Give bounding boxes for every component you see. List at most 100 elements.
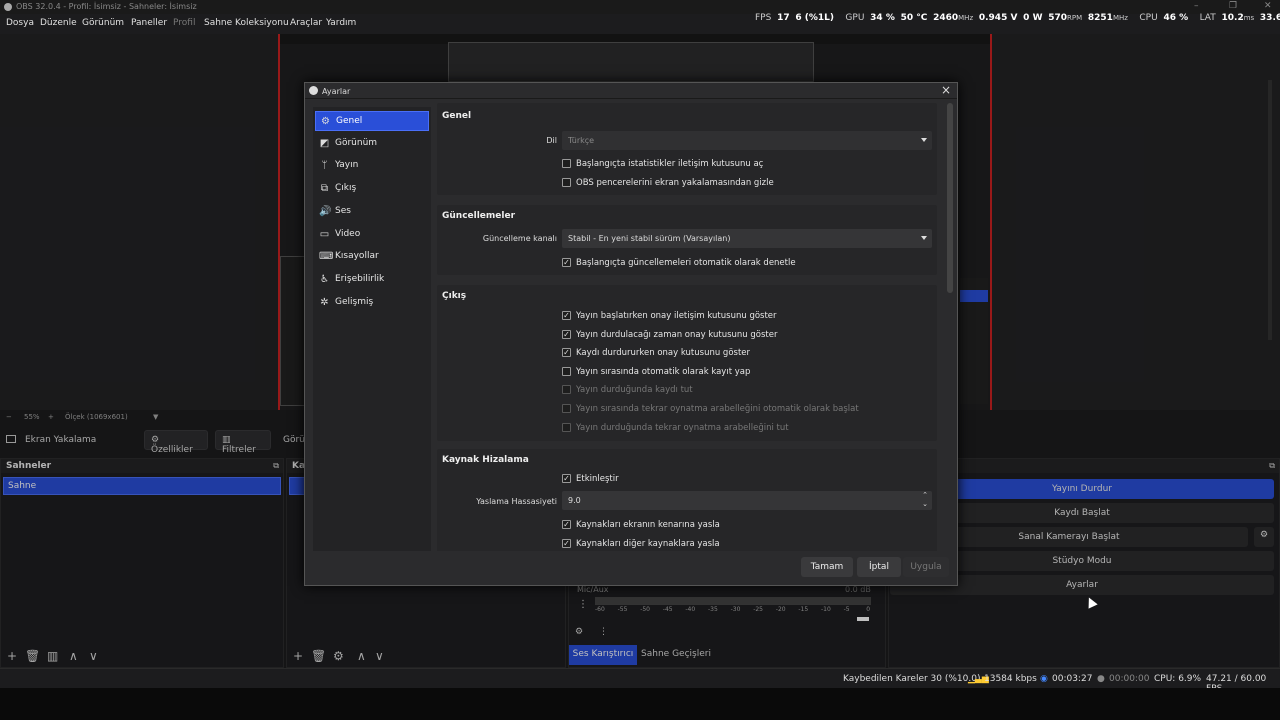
sidebar-item-3[interactable]: ⧉ Çıkış bbox=[315, 179, 429, 199]
sidebar-item-7[interactable]: ♿ Erişebilirlik bbox=[315, 270, 429, 290]
palette-icon: ◩ bbox=[319, 137, 330, 149]
chk-auto-update[interactable]: ✓ Başlangıçta güncellemeleri otomatik ola… bbox=[562, 258, 796, 268]
mem-clock-unit: MHz bbox=[1112, 14, 1128, 22]
obs-logo-icon bbox=[309, 86, 318, 95]
output-group: Çıkış ✓ Yayın başlatırken onay iletişim k… bbox=[437, 285, 937, 441]
checkbox-icon: ✓ bbox=[562, 539, 571, 548]
dropped-frames: Kaybedilen Kareler 30 (%10.0) bbox=[843, 674, 981, 684]
fps-value: 17 bbox=[777, 13, 790, 23]
spin-down-icon[interactable]: ⌄ bbox=[922, 500, 928, 508]
cpu-pct: 46 % bbox=[1163, 13, 1189, 23]
sidebar-item-label: Kısayollar bbox=[335, 251, 379, 262]
chk-snap-enable-label: Etkinleştir bbox=[576, 474, 619, 484]
snap-sensitivity-input[interactable]: 9.0 ⌃ ⌄ bbox=[562, 491, 932, 510]
content-scrollbar[interactable] bbox=[947, 103, 953, 293]
chk-snap-enable[interactable]: ✓ Etkinleştir bbox=[562, 474, 619, 484]
cpu-usage: CPU: 6.9% bbox=[1154, 674, 1202, 684]
close-window-icon[interactable]: ✕ bbox=[1264, 1, 1272, 11]
antenna-icon: ᛘ bbox=[321, 160, 328, 172]
chk-output-2[interactable]: ✓ Kaydı durdururken onay kutusunu göster bbox=[562, 348, 750, 358]
chk-output-0[interactable]: ✓ Yayın başlatırken onay iletişim kutusun… bbox=[562, 311, 777, 321]
sidebar-item-1[interactable]: ◩ Görünüm bbox=[315, 134, 429, 154]
chk-output-label: Yayın durduğunda tekrar oynatma arabelle… bbox=[576, 422, 789, 433]
obs-main-window: OBS 32.0.4 - Profil: İsimsiz - Sahneler:… bbox=[0, 0, 1280, 720]
chk-output-label: Yayın durduğunda kaydı tut bbox=[576, 385, 693, 396]
cancel-button[interactable]: İptal bbox=[857, 557, 901, 577]
checkbox-icon bbox=[562, 366, 571, 376]
gpu-watt: 0 W bbox=[1023, 13, 1043, 23]
spin-up-icon[interactable]: ⌃ bbox=[922, 491, 928, 499]
chk-snap-sources[interactable]: ✓ Kaynakları diğer kaynaklara yasla bbox=[562, 539, 720, 549]
chk-output-4[interactable]: Yayın durduğunda kaydı tut bbox=[562, 385, 693, 395]
checkbox-icon bbox=[562, 178, 571, 187]
restore-icon[interactable]: ❐ bbox=[1229, 1, 1237, 11]
updates-header: Güncellemeler bbox=[442, 211, 516, 221]
title-bar: OBS 32.0.4 - Profil: İsimsiz - Sahneler:… bbox=[0, 0, 1280, 14]
sidebar-item-label: Erişebilirlik bbox=[335, 273, 385, 284]
tools-icon: ✲ bbox=[320, 296, 329, 308]
chevron-down-icon bbox=[921, 236, 927, 240]
cpu-label: CPU bbox=[1139, 13, 1158, 23]
monitor-icon: ▭ bbox=[319, 228, 330, 240]
stream-icon: ◉ bbox=[1040, 674, 1048, 684]
dialog-titlebar: Ayarlar × bbox=[305, 83, 957, 99]
sidebar-item-label: Gelişmiş bbox=[335, 296, 374, 307]
gpu-label: GPU bbox=[845, 13, 865, 23]
checkbox-icon bbox=[562, 404, 571, 413]
sidebar-item-label: Görünüm bbox=[335, 137, 378, 148]
gpu-temp: 50 °C bbox=[900, 13, 928, 23]
sidebar-item-8[interactable]: ✲ Gelişmiş bbox=[315, 293, 429, 313]
sidebar-item-4[interactable]: 🔊 Ses bbox=[315, 202, 429, 222]
language-select[interactable]: Türkçe bbox=[562, 131, 932, 150]
sidebar-item-0[interactable]: ⚙ Genel bbox=[315, 111, 429, 131]
fan-rpm-unit: RPM bbox=[1067, 14, 1083, 22]
output-icon: ⧉ bbox=[320, 183, 329, 195]
general-group: Genel Dil Türkçe Başlangıçta istatistikl… bbox=[437, 103, 937, 195]
chk-output-label: Yayın sırasında tekrar oynatma arabelleğ… bbox=[576, 404, 859, 414]
lat-value-2: 33.6 bbox=[1259, 13, 1280, 23]
checkbox-icon: ✓ bbox=[562, 311, 571, 320]
menu-docks[interactable]: Paneller bbox=[131, 18, 167, 28]
record-time: 00:00:00 bbox=[1109, 674, 1150, 684]
taskbar-area bbox=[0, 688, 1280, 720]
language-label: Dil bbox=[546, 136, 557, 145]
sidebar-item-6[interactable]: ⌨ Kısayollar bbox=[315, 247, 429, 267]
minimize-icon[interactable]: – bbox=[1194, 1, 1199, 11]
sidebar-item-label: Ses bbox=[335, 205, 351, 216]
chk-output-label: Yayın başlatırken onay iletişim kutusunu… bbox=[576, 311, 777, 321]
menu-scene-collection[interactable]: Sahne Koleksiyonu bbox=[204, 18, 289, 28]
chk-hide-obs[interactable]: OBS pencerelerini ekran yakalamasından g… bbox=[562, 178, 774, 188]
menu-view[interactable]: Görünüm bbox=[82, 18, 124, 28]
menu-file[interactable]: Dosya bbox=[6, 18, 34, 28]
chk-output-5[interactable]: Yayın sırasında tekrar oynatma arabelleğ… bbox=[562, 404, 859, 414]
chk-output-6[interactable]: Yayın durduğunda tekrar oynatma arabelle… bbox=[562, 422, 789, 433]
menu-tools[interactable]: Araçlar bbox=[290, 18, 322, 28]
sidebar-item-label: Yayın bbox=[335, 160, 359, 171]
general-header: Genel bbox=[442, 111, 472, 121]
chk-output-label: Kaydı durdururken onay kutusunu göster bbox=[576, 348, 751, 359]
lat-unit-1: ms bbox=[1243, 14, 1255, 22]
checkbox-icon: ✓ bbox=[562, 258, 571, 267]
menu-profile[interactable]: Profil bbox=[173, 18, 195, 28]
sidebar-item-2[interactable]: ᛘ Yayın bbox=[315, 156, 429, 176]
performance-overlay: FPS 17 6 (%1L) GPU 34 % 50 °C 2460MHz 0.… bbox=[755, 13, 1280, 23]
chk-snap-screen[interactable]: ✓ Kaynakları ekranın kenarına yasla bbox=[562, 520, 720, 530]
chk-hide-obs-label: OBS pencerelerini ekran yakalamasından g… bbox=[576, 178, 774, 188]
update-channel-select[interactable]: Stabil - En yeni stabil sürüm (Varsayıla… bbox=[562, 229, 932, 248]
lat-value-1: 10.2 bbox=[1221, 13, 1244, 23]
fps-label: FPS bbox=[755, 13, 772, 23]
checkbox-icon bbox=[562, 422, 571, 432]
chk-output-1[interactable]: ✓ Yayın durdulacağı zaman onay kutusunu g… bbox=[562, 329, 777, 340]
menu-help[interactable]: Yardım bbox=[326, 18, 356, 28]
chk-open-stats[interactable]: Başlangıçta istatistikler iletişim kutus… bbox=[562, 159, 763, 169]
settings-sidebar: ⚙ Genel ◩ Görünüm ᛘ Yayın ⧉ Çıkış 🔊 Ses ▭ Video ⌨ Kıs… bbox=[313, 107, 431, 551]
ok-button[interactable]: Tamam bbox=[801, 557, 853, 577]
accessibility-icon: ♿ bbox=[320, 273, 329, 285]
snap-sensitivity-value: 9.0 bbox=[568, 496, 581, 505]
menu-edit[interactable]: Düzenle bbox=[40, 18, 77, 28]
sidebar-item-label: Çıkış bbox=[335, 183, 357, 194]
sidebar-item-5[interactable]: ▭ Video bbox=[315, 225, 429, 245]
close-icon[interactable]: × bbox=[941, 83, 951, 97]
apply-button[interactable]: Uygula bbox=[903, 557, 949, 577]
chk-output-3[interactable]: Yayın sırasında otomatik olarak kayıt ya… bbox=[562, 366, 750, 377]
